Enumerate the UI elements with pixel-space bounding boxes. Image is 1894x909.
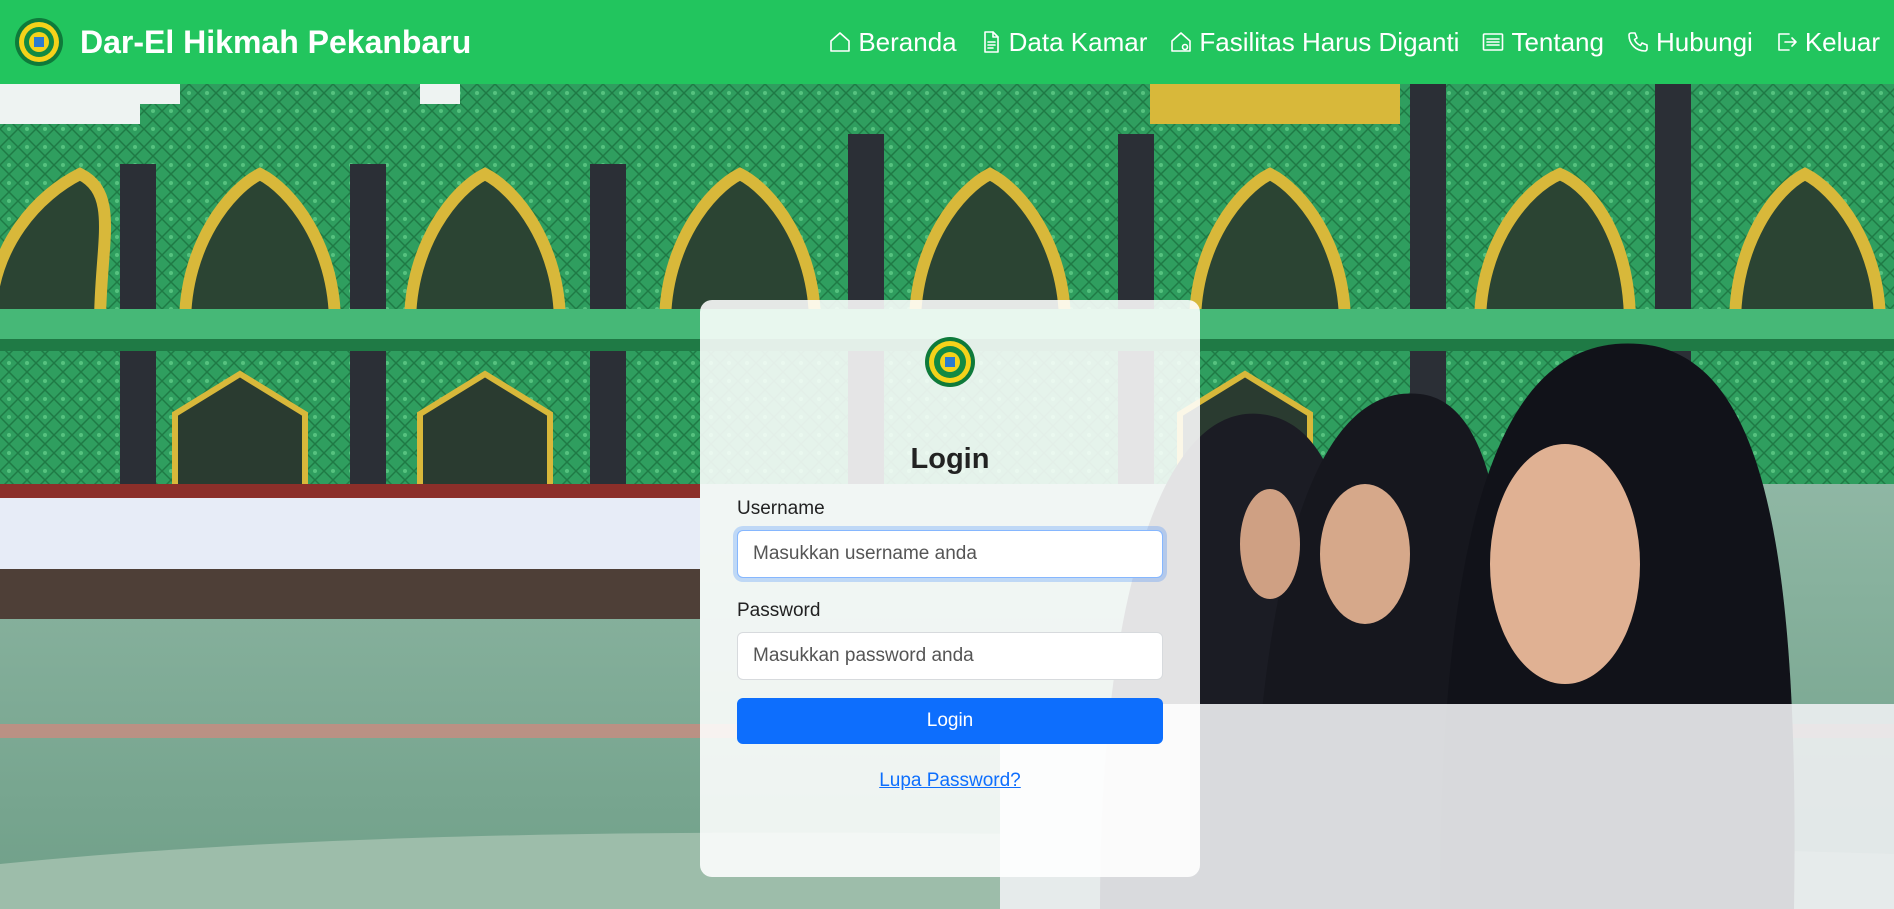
school-logo-icon: [925, 337, 975, 387]
nav-item-tentang[interactable]: Tentang: [1481, 27, 1604, 58]
forgot-password-link[interactable]: Lupa Password?: [737, 770, 1163, 792]
nav-item-fasilitas[interactable]: Fasilitas Harus Diganti: [1169, 27, 1459, 58]
nav-item-keluar[interactable]: Keluar: [1775, 27, 1880, 58]
school-logo-icon[interactable]: [14, 17, 64, 67]
house-gear-icon: [1171, 32, 1192, 52]
list-icon: [1483, 33, 1504, 51]
username-label: Username: [737, 498, 825, 519]
nav-item-beranda[interactable]: Beranda: [828, 26, 957, 58]
login-button[interactable]: Login: [737, 698, 1163, 744]
nav-item-label: Hubungi: [1655, 26, 1753, 57]
brand-title[interactable]: Dar-El Hikmah Pekanbaru: [80, 24, 471, 61]
username-input[interactable]: [737, 530, 1163, 578]
phone-icon: [1628, 32, 1648, 52]
nav-item-label: Beranda: [858, 26, 957, 57]
logout-icon: [1778, 33, 1797, 51]
password-input[interactable]: [737, 632, 1163, 680]
navbar: Dar-El Hikmah Pekanbaru Beranda Data Kam…: [0, 0, 1894, 84]
file-text-icon: [983, 31, 999, 53]
login-card: Login Username Password Login Lupa Passw…: [700, 300, 1200, 877]
nav-item-data-kamar[interactable]: Data Kamar: [979, 26, 1148, 58]
house-icon: [830, 32, 851, 52]
login-title: Login: [910, 443, 990, 475]
nav-item-label: Tentang: [1511, 26, 1604, 57]
nav-item-label: Fasilitas Harus Diganti: [1199, 26, 1460, 57]
main-nav: Beranda Data Kamar Fasilitas Harus Digan…: [806, 27, 1880, 58]
nav-item-label: Keluar: [1804, 26, 1880, 57]
password-label: Password: [737, 600, 821, 621]
nav-item-hubungi[interactable]: Hubungi: [1626, 27, 1753, 58]
nav-item-label: Data Kamar: [1008, 26, 1148, 57]
